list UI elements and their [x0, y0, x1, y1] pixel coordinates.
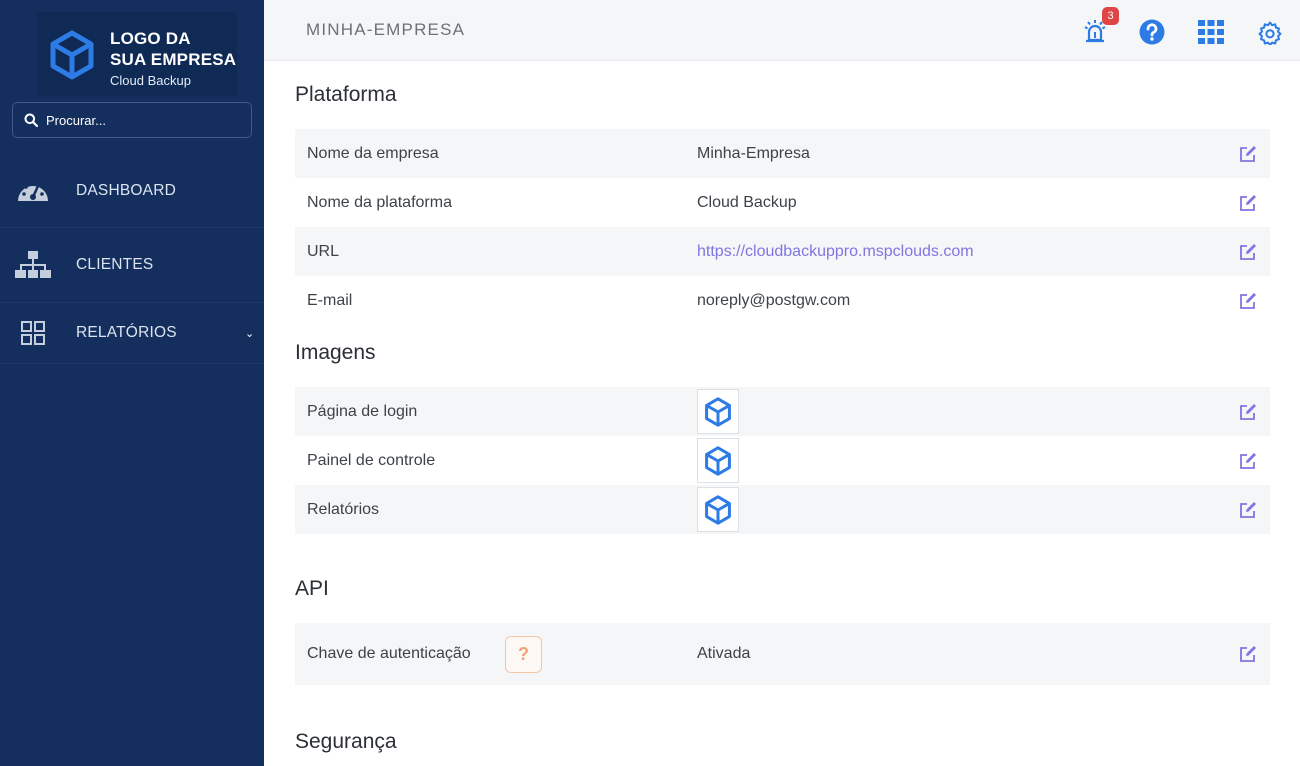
- row-value: Ativada: [697, 645, 751, 662]
- sitemap-icon: [15, 250, 51, 280]
- search-icon: [24, 113, 38, 127]
- row-label: E-mail: [307, 291, 353, 309]
- table-row: E-mail noreply@postgw.com: [295, 276, 1270, 325]
- sidebar: LOGO DA SUA EMPRESA Cloud Backup DASHBOA…: [0, 0, 264, 766]
- sidebar-item-relatorios[interactable]: RELATÓRIOS ⌄: [0, 303, 264, 364]
- sidebar-item-clientes[interactable]: CLIENTES: [0, 228, 264, 303]
- search-box[interactable]: [12, 102, 252, 138]
- alarm-badge: 3: [1102, 7, 1119, 25]
- row-value: noreply@postgw.com: [697, 291, 851, 309]
- row-label: Nome da plataforma: [307, 193, 452, 211]
- row-label: Nome da empresa: [307, 144, 439, 162]
- row-value: Cloud Backup: [697, 193, 797, 211]
- logo-text: LOGO DA SUA EMPRESA Cloud Backup: [110, 28, 236, 91]
- edit-icon[interactable]: [1238, 500, 1258, 520]
- settings-icon[interactable]: [1258, 21, 1282, 50]
- logo-line-2: SUA EMPRESA: [110, 50, 237, 69]
- edit-icon[interactable]: [1238, 644, 1258, 664]
- image-thumbnail[interactable]: [697, 438, 739, 483]
- search-input[interactable]: [46, 112, 236, 128]
- edit-icon[interactable]: [1238, 451, 1258, 471]
- row-label: Chave de autenticação: [307, 645, 471, 662]
- company-name: MINHA-EMPRESA: [306, 20, 466, 39]
- section-title-seguranca: Segurança: [295, 730, 397, 753]
- cube-icon: [705, 396, 731, 427]
- sidebar-item-label: CLIENTES: [76, 256, 154, 273]
- row-label: URL: [307, 242, 340, 260]
- apps-grid-icon[interactable]: [1198, 20, 1224, 49]
- edit-icon[interactable]: [1238, 193, 1258, 213]
- section-title-imagens: Imagens: [295, 341, 376, 364]
- sidebar-item-label: RELATÓRIOS: [76, 324, 177, 341]
- edit-icon[interactable]: [1238, 291, 1258, 311]
- table-row: Chave de autenticação ? Ativada: [295, 623, 1270, 685]
- logo-subtitle: Cloud Backup: [110, 73, 191, 88]
- table-row: Nome da empresa Minha-Empresa: [295, 129, 1270, 178]
- company-logo[interactable]: LOGO DA SUA EMPRESA Cloud Backup: [37, 12, 237, 96]
- help-button[interactable]: ?: [505, 636, 542, 673]
- row-label: Página de login: [307, 402, 418, 420]
- url-link[interactable]: https://cloudbackuppro.mspclouds.com: [697, 243, 974, 261]
- speedometer-icon: [15, 177, 51, 205]
- table-row: URL https://cloudbackuppro.mspclouds.com: [295, 227, 1270, 276]
- cube-icon: [50, 30, 94, 80]
- cube-icon: [705, 445, 731, 476]
- top-bar: MINHA-EMPRESA 3: [264, 0, 1300, 61]
- table-row: Página de login: [295, 387, 1270, 436]
- section-title-plataforma: Plataforma: [295, 83, 397, 106]
- table-row: Painel de controle: [295, 436, 1270, 485]
- sidebar-item-dashboard[interactable]: DASHBOARD: [0, 154, 264, 228]
- row-label: Painel de controle: [307, 451, 436, 469]
- grid-icon: [15, 321, 51, 345]
- row-label: Relatórios: [307, 500, 380, 518]
- help-icon[interactable]: [1139, 19, 1165, 50]
- row-value: Minha-Empresa: [697, 144, 810, 162]
- chevron-down-icon[interactable]: ⌄: [245, 327, 254, 340]
- logo-line-1: LOGO DA: [110, 29, 191, 48]
- edit-icon[interactable]: [1238, 144, 1258, 164]
- edit-icon[interactable]: [1238, 242, 1258, 262]
- edit-icon[interactable]: [1238, 402, 1258, 422]
- table-row: Relatórios: [295, 485, 1270, 534]
- section-title-api: API: [295, 577, 329, 600]
- sidebar-item-label: DASHBOARD: [76, 181, 176, 199]
- image-thumbnail[interactable]: [697, 487, 739, 532]
- cube-icon: [705, 494, 731, 525]
- image-thumbnail[interactable]: [697, 389, 739, 434]
- table-row: Nome da plataforma Cloud Backup: [295, 178, 1270, 227]
